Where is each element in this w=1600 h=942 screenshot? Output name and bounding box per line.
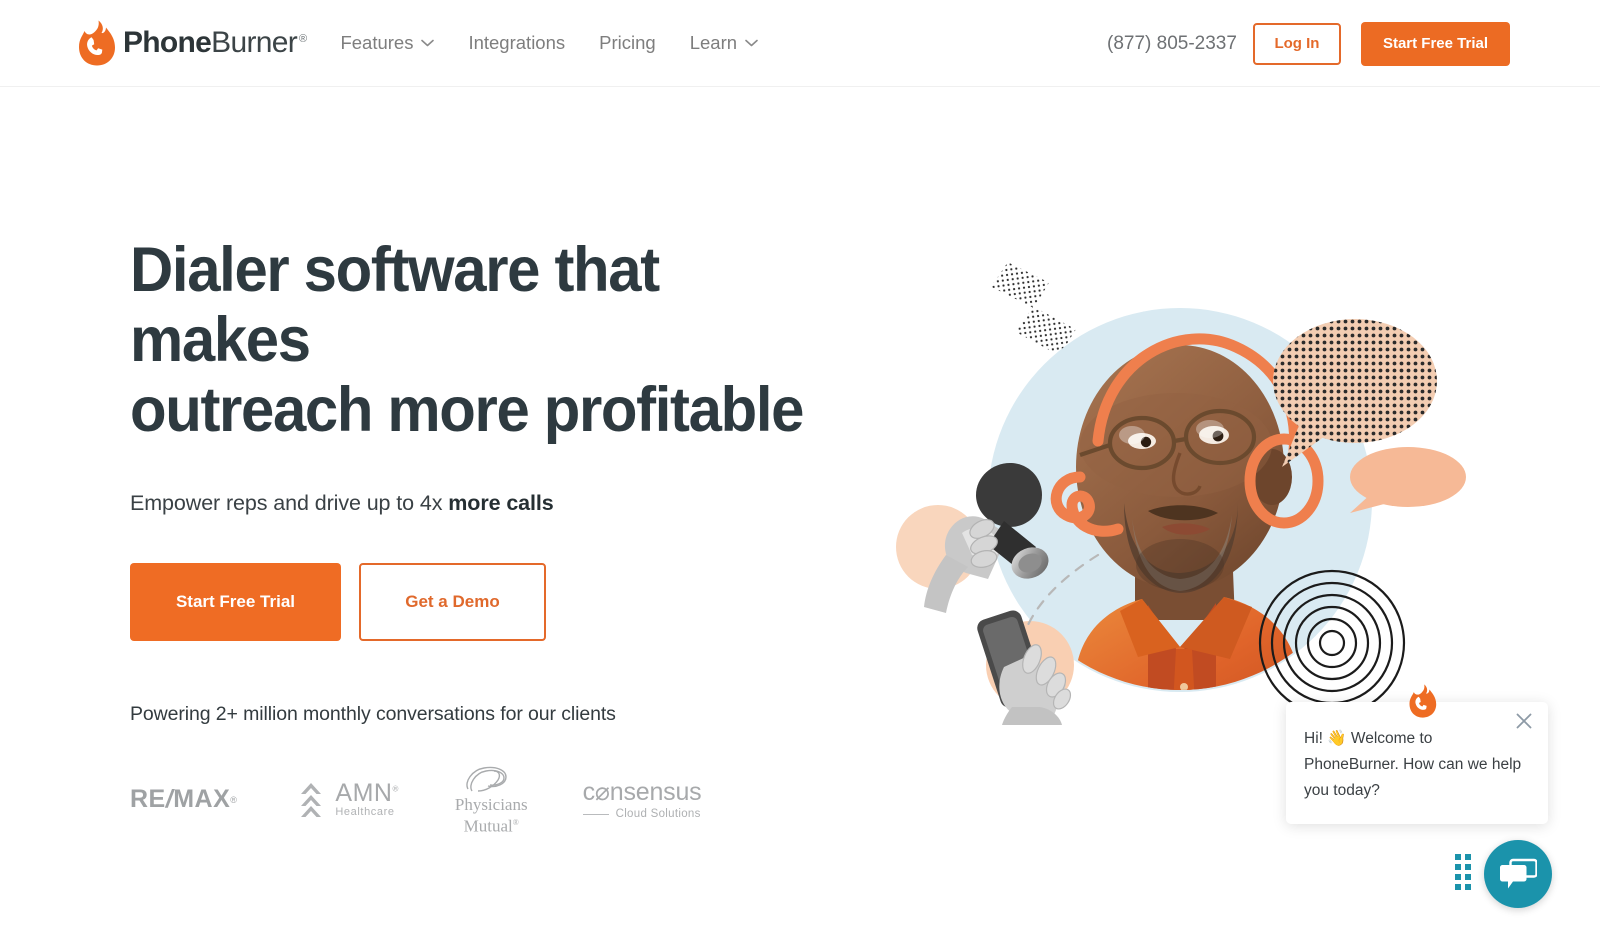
client-logos: RE / MAX ® AMN® Healthcare Physicians Mu…	[130, 764, 890, 836]
nav-item-integrations[interactable]: Integrations	[468, 32, 565, 54]
nav-label-pricing: Pricing	[599, 32, 656, 53]
chat-welcome-card: Hi! 👋 Welcome to PhoneBurner. How can we…	[1286, 684, 1548, 824]
consensus-title: c⌀nsensus	[582, 778, 702, 807]
header-start-free-trial-button[interactable]: Start Free Trial	[1360, 21, 1510, 66]
nav-label-features: Features	[340, 32, 414, 53]
grip-dot	[1455, 864, 1461, 870]
chevron-down-icon	[745, 39, 758, 47]
remax-part-1: RE	[130, 785, 166, 814]
client-logo-amn: AMN® Healthcare	[294, 781, 398, 819]
logo-wordmark: Phone Burner ®	[123, 26, 307, 60]
amn-subtitle: Healthcare	[335, 806, 395, 819]
physicians-mutual-swirl-icon	[466, 766, 507, 792]
peach-speech-bubble	[1350, 447, 1466, 513]
header-actions: (877) 805-2337 Log In Start Free Trial	[1107, 0, 1510, 87]
hero-illustration	[880, 255, 1480, 725]
logo-word-phone: Phone	[123, 26, 212, 59]
chat-drag-grip[interactable]	[1455, 854, 1471, 890]
nav-item-features[interactable]: Features	[340, 32, 435, 54]
hero-cta-row: Start Free Trial Get a Demo	[130, 563, 890, 641]
logo-trademark: ®	[299, 33, 307, 45]
amn-wordmark: AMN® Healthcare	[335, 781, 398, 818]
hero-illustration-svg	[896, 262, 1466, 725]
flame-phone-icon	[79, 20, 115, 66]
hero-title-line-1: Dialer software that makes	[130, 235, 660, 375]
grip-dot	[1455, 884, 1461, 890]
grip-dot	[1455, 854, 1461, 860]
hero-subtitle: Empower reps and drive up to 4x more cal…	[130, 491, 890, 516]
main-nav: Features Integrations Pricing Learn	[340, 32, 758, 54]
login-button[interactable]: Log In	[1252, 22, 1341, 65]
nav-item-pricing[interactable]: Pricing	[599, 32, 656, 54]
consensus-subtitle: Cloud Solutions	[615, 808, 701, 821]
hero-content: Dialer software that makes outreach more…	[130, 235, 890, 836]
amn-title-text: AMN	[335, 779, 393, 808]
flame-avatar-icon	[1409, 684, 1437, 718]
handset-earpiece	[976, 463, 1042, 527]
nav-label-integrations: Integrations	[468, 32, 566, 53]
physicians-mutual-trademark: ®	[512, 818, 519, 827]
hero-get-a-demo-button[interactable]: Get a Demo	[359, 563, 546, 641]
social-proof-text: Powering 2+ million monthly conversation…	[130, 703, 616, 725]
amn-title: AMN®	[335, 781, 398, 806]
hero-subtitle-prefix: Empower reps and drive up to 4x	[130, 491, 449, 515]
site-logo[interactable]: Phone Burner ®	[78, 20, 307, 66]
hero-subtitle-emphasis: more calls	[448, 491, 554, 515]
hero-title-line-2: outreach more profitable	[130, 375, 804, 445]
nav-item-learn[interactable]: Learn	[690, 32, 758, 54]
remax-part-2: MAX	[173, 785, 231, 814]
physicians-mutual-line-2: Mutual®	[455, 814, 528, 836]
grip-dot	[1465, 884, 1471, 890]
grip-dot	[1465, 854, 1471, 860]
nav-label-learn: Learn	[689, 32, 738, 53]
grip-dot	[1455, 874, 1461, 880]
client-logo-physicians-mutual: Physicians Mutual®	[455, 764, 528, 836]
consensus-rule	[582, 813, 609, 815]
chat-bubbles-icon	[1500, 858, 1537, 889]
amn-chevrons-icon	[301, 782, 322, 817]
client-logo-consensus: c⌀nsensus Cloud Solutions	[582, 778, 702, 821]
remax-slash: /	[165, 785, 174, 814]
consensus-subtitle-row: Cloud Solutions	[582, 808, 702, 821]
physicians-mutual-line-2-text: Mutual	[463, 816, 513, 836]
grip-dot	[1465, 864, 1471, 870]
hero-start-free-trial-button[interactable]: Start Free Trial	[130, 563, 341, 641]
grip-dot	[1465, 874, 1471, 880]
client-logo-remax: RE / MAX ®	[130, 785, 237, 814]
close-icon[interactable]	[1513, 710, 1535, 732]
amn-trademark: ®	[392, 785, 399, 794]
remax-trademark: ®	[230, 794, 238, 805]
site-header: Phone Burner ® Features Integrations Prici…	[0, 0, 1600, 87]
chevron-down-icon	[421, 39, 435, 47]
header-phone-number[interactable]: (877) 805-2337	[1107, 33, 1237, 55]
physicians-mutual-line-1: Physicians	[454, 795, 528, 814]
page-root: Phone Burner ® Features Integrations Prici…	[0, 0, 1600, 942]
hero-title: Dialer software that makes outreach more…	[130, 235, 852, 445]
chat-launcher-button[interactable]	[1484, 840, 1552, 908]
chat-welcome-message: Hi! 👋 Welcome to PhoneBurner. How can we…	[1304, 730, 1522, 799]
logo-word-burner: Burner	[211, 26, 298, 59]
